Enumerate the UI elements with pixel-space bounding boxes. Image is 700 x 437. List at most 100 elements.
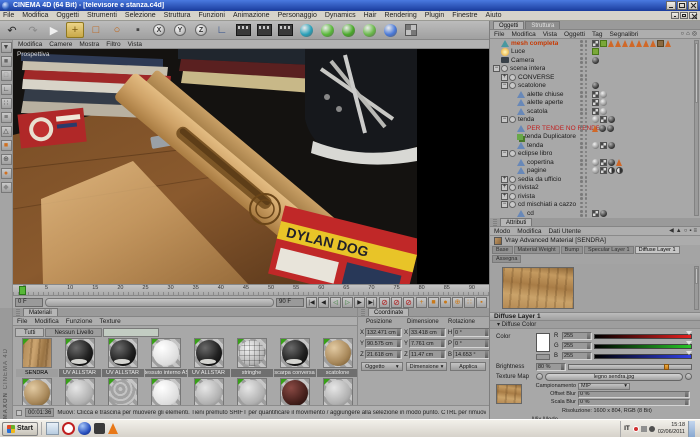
phong-tag[interactable] (592, 167, 599, 174)
expand-toggle[interactable]: − (501, 201, 508, 208)
stepper[interactable] (441, 351, 444, 358)
close-button[interactable] (688, 1, 698, 10)
checker-tag[interactable] (600, 142, 607, 149)
expand-toggle[interactable]: + (501, 74, 508, 81)
visibility-dot[interactable] (585, 185, 588, 188)
menu-item-oggetti[interactable]: Oggetti (56, 12, 79, 19)
brightness-slider-handle[interactable] (664, 364, 669, 370)
offset-blur-field[interactable]: 0 % (578, 391, 690, 398)
material-item[interactable]: SENDRA (15, 338, 58, 377)
visibility-dot[interactable] (580, 117, 583, 120)
menu-item-file[interactable]: File (3, 12, 14, 19)
goto-start-button[interactable]: |◀ (306, 297, 317, 308)
tab-materiali[interactable]: Materiali (23, 308, 58, 316)
stepper[interactable] (485, 351, 488, 358)
menu-item-plugin[interactable]: Plugin (425, 12, 444, 19)
visibility-dot[interactable] (585, 40, 588, 43)
visibility-dot[interactable] (580, 91, 583, 94)
blue-slider[interactable] (594, 354, 692, 359)
red-slider[interactable] (594, 334, 692, 339)
visibility-dot[interactable] (585, 57, 588, 60)
rotate-tool-icon[interactable]: ○ (108, 22, 126, 38)
material-item[interactable] (316, 378, 358, 405)
tab-coordinate[interactable]: Coordinate (368, 308, 409, 316)
texture-back-button[interactable] (536, 373, 543, 380)
tri-tag[interactable] (615, 40, 621, 47)
brightness-value-field[interactable]: 80 % (536, 363, 566, 371)
key-rotation-button[interactable]: ● (440, 297, 451, 308)
attr-menu-modo[interactable]: Modo (494, 228, 510, 235)
size-field[interactable]: 7.761 cm (409, 339, 446, 348)
material-item[interactable]: UV ALLSTAR (101, 338, 144, 377)
materials-menu-funzione[interactable]: Funzione (66, 318, 93, 325)
key-position-button[interactable]: + (416, 297, 427, 308)
tree-item[interactable]: cd (490, 209, 700, 218)
checker-tag[interactable] (600, 167, 607, 174)
lock-icon[interactable]: ▪ (689, 227, 691, 235)
perspective-viewport[interactable]: DYLAN DOG (13, 49, 489, 284)
visibility-dot[interactable] (580, 74, 583, 77)
lock-z-axis-icon[interactable]: Z (192, 22, 210, 38)
cinema4d-app-icon[interactable] (78, 422, 91, 435)
expand-toggle[interactable]: − (501, 82, 508, 89)
maximize-button[interactable] (677, 1, 687, 10)
materials-menu-modifica[interactable]: Modifica (34, 318, 58, 325)
phong-tag[interactable] (600, 99, 607, 106)
stepper[interactable] (397, 329, 400, 336)
dark-app-icon[interactable] (94, 423, 105, 434)
tri-tag[interactable] (643, 40, 649, 47)
visibility-dot[interactable] (585, 117, 588, 120)
timeline-ruler[interactable]: 051015202530354045505560657075808590 (13, 284, 489, 295)
tree-item[interactable]: +sedia da ufficio (490, 175, 700, 184)
visibility-dot[interactable] (585, 125, 588, 128)
attr-tab-diffuse-layer-1[interactable]: Diffuse Layer 1 (635, 246, 680, 254)
visibility-dot[interactable] (580, 57, 583, 60)
lock-y-axis-icon[interactable]: Y (171, 22, 189, 38)
phong-tag[interactable] (600, 91, 607, 98)
points-mode-icon[interactable]: ∷ (1, 98, 12, 109)
tri-tag[interactable] (622, 40, 628, 47)
materials-filter-nessun-livello[interactable]: Nessun Livello (45, 328, 102, 337)
rotation-field[interactable]: 14.653 ° (453, 350, 489, 359)
dark-tag[interactable] (599, 125, 606, 132)
texture-edit-mode-icon[interactable]: ■ (1, 140, 12, 151)
diffuse-color-section[interactable]: ▾ Diffuse Color (490, 321, 700, 329)
status-checkbox[interactable] (16, 410, 22, 416)
size-field[interactable]: 33.418 cm (409, 328, 446, 337)
history-icon[interactable]: ≡ (693, 227, 697, 235)
stepper[interactable] (587, 333, 590, 340)
stepper[interactable] (397, 340, 400, 347)
object-axis-mode-icon[interactable]: ⊕ (1, 154, 12, 165)
scale-blur-field[interactable]: 0 % (578, 399, 690, 406)
child-close-button[interactable] (689, 12, 697, 19)
material-item[interactable]: UV ALLSTAR (187, 338, 230, 377)
vlc-player-icon[interactable] (108, 423, 118, 434)
checker-tag[interactable] (592, 40, 599, 47)
child-restore-button[interactable] (680, 12, 688, 19)
phong-tag[interactable] (600, 108, 607, 115)
show-desktop-button[interactable] (688, 421, 695, 437)
add-spline-icon[interactable] (318, 22, 336, 38)
viewport-menu-vista[interactable]: Vista (128, 41, 142, 48)
material-item[interactable]: stringhe (230, 338, 273, 377)
texture-mode-icon[interactable]: □ (1, 70, 12, 81)
phong-tag[interactable] (592, 159, 599, 166)
tri-tag[interactable] (616, 159, 622, 166)
polygons-mode-icon[interactable]: △ (1, 126, 12, 137)
prev-frame-button[interactable]: ◀ (318, 297, 329, 308)
visibility-dot[interactable] (585, 66, 588, 69)
color-expand-button[interactable] (536, 354, 550, 360)
tree-item[interactable]: −scatolone (490, 82, 700, 91)
position-field[interactable]: 90.575 cm (365, 339, 402, 348)
viewport-menu-mostra[interactable]: Mostra (79, 41, 99, 48)
material-item[interactable]: UV ALLSTAR (58, 338, 101, 377)
menu-item-personaggio[interactable]: Personaggio (278, 12, 317, 19)
visibility-dot[interactable] (585, 202, 588, 205)
visibility-dot[interactable] (580, 66, 583, 69)
attributes-scrollbar[interactable] (694, 266, 699, 310)
expand-toggle[interactable]: − (493, 65, 500, 72)
visibility-dot[interactable] (585, 91, 588, 94)
menu-item-funzioni[interactable]: Funzioni (199, 12, 225, 19)
panel-grip[interactable] (361, 309, 365, 316)
material-item[interactable] (273, 378, 316, 405)
